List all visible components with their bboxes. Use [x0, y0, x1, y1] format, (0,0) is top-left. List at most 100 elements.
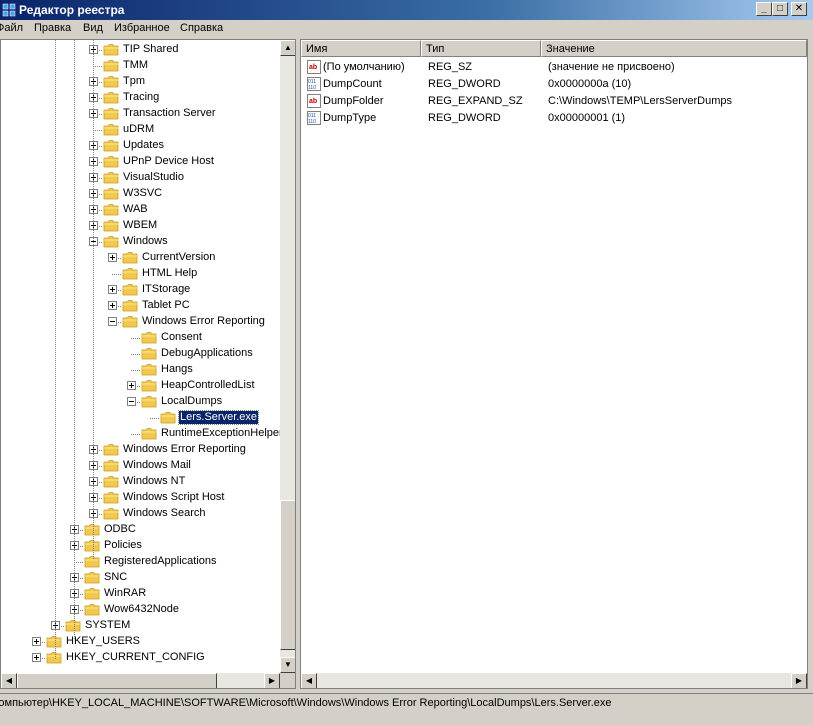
- expand-plus-icon[interactable]: [108, 253, 117, 262]
- tree-node[interactable]: SYSTEM: [1, 618, 281, 634]
- tree-node-label: Policies: [104, 539, 142, 551]
- values-horizontal-scrollbar[interactable]: ◀ ▶: [301, 673, 807, 688]
- tree-node[interactable]: RegisteredApplications: [1, 554, 281, 570]
- tree-node-label: Consent: [161, 331, 202, 343]
- tree-node[interactable]: SNC: [1, 570, 281, 586]
- tree-node[interactable]: ITStorage: [1, 282, 281, 298]
- tree-node[interactable]: WinRAR: [1, 586, 281, 602]
- tree-pane[interactable]: TIP Shared TMM Tpm Tracing Transaction Serve…: [0, 39, 296, 689]
- tree-node[interactable]: HKEY_USERS: [1, 634, 281, 650]
- tree-node[interactable]: DebugApplications: [1, 346, 281, 362]
- tree-node[interactable]: WAB: [1, 202, 281, 218]
- tree-node[interactable]: Windows NT: [1, 474, 281, 490]
- minimize-button[interactable]: _: [756, 2, 772, 16]
- tree-node[interactable]: Windows Script Host: [1, 490, 281, 506]
- collapse-minus-icon[interactable]: [127, 397, 136, 406]
- tree-node[interactable]: Windows Error Reporting: [1, 442, 281, 458]
- scroll-thumb[interactable]: [280, 500, 295, 650]
- scroll-right-arrow-icon[interactable]: ▶: [791, 673, 807, 688]
- tree-node[interactable]: W3SVC: [1, 186, 281, 202]
- tree-node[interactable]: HKEY_CURRENT_CONFIG: [1, 650, 281, 666]
- tree-node[interactable]: Lers.Server.exe: [1, 410, 281, 426]
- folder-icon: [46, 651, 62, 664]
- tree-node[interactable]: Windows Search: [1, 506, 281, 522]
- tree-node[interactable]: Policies: [1, 538, 281, 554]
- tree-node[interactable]: Tablet PC: [1, 298, 281, 314]
- table-row[interactable]: 011 110 DumpType REG_DWORD 0x00000001 (1): [301, 110, 807, 127]
- maximize-button[interactable]: □: [772, 2, 788, 16]
- tree-node[interactable]: uDRM: [1, 122, 281, 138]
- tree-guide-line: [150, 418, 160, 419]
- tree-node[interactable]: WBEM: [1, 218, 281, 234]
- menu-file[interactable]: Файл: [0, 22, 23, 34]
- tree-node[interactable]: Consent: [1, 330, 281, 346]
- tree-guide-line: [131, 338, 141, 339]
- folder-icon: [103, 123, 119, 136]
- tree-node[interactable]: Wow6432Node: [1, 602, 281, 618]
- tree-node[interactable]: VisualStudio: [1, 170, 281, 186]
- tree-node[interactable]: LocalDumps: [1, 394, 281, 410]
- column-header-type[interactable]: Тип: [421, 40, 541, 57]
- hscroll-thumb[interactable]: [17, 673, 217, 688]
- menu-edit[interactable]: Правка: [34, 22, 71, 34]
- folder-icon: [103, 75, 119, 88]
- tree-node[interactable]: RuntimeExceptionHelperModules: [1, 426, 295, 442]
- svg-text:110: 110: [308, 85, 316, 91]
- scroll-down-arrow-icon[interactable]: ▼: [280, 657, 295, 673]
- tree-node-label: Windows Search: [123, 507, 206, 519]
- tree-node[interactable]: Tpm: [1, 74, 281, 90]
- scroll-left-arrow-icon[interactable]: ◀: [1, 673, 17, 688]
- tree-node[interactable]: TMM: [1, 58, 281, 74]
- status-path: Компьютер\HKEY_LOCAL_MACHINE\SOFTWARE\Mi…: [0, 697, 612, 709]
- scroll-right-arrow-icon[interactable]: ▶: [264, 673, 280, 688]
- tree-vertical-scrollbar[interactable]: ▲ ▼: [280, 40, 295, 673]
- tree-horizontal-scrollbar[interactable]: ◀ ▶: [1, 673, 280, 688]
- tree-node[interactable]: Updates: [1, 138, 281, 154]
- tree-guide-line: [131, 434, 141, 435]
- collapse-minus-icon[interactable]: [108, 317, 117, 326]
- tree-node[interactable]: UPnP Device Host: [1, 154, 281, 170]
- folder-icon: [103, 491, 119, 504]
- expand-plus-icon[interactable]: [127, 381, 136, 390]
- folder-icon: [46, 635, 62, 648]
- tree-node[interactable]: Transaction Server: [1, 106, 281, 122]
- tree-node-label: Windows Script Host: [123, 491, 225, 503]
- expand-plus-icon[interactable]: [32, 653, 41, 662]
- scroll-up-arrow-icon[interactable]: ▲: [280, 40, 295, 56]
- column-header-value[interactable]: Значение: [541, 40, 807, 57]
- tree-node[interactable]: Windows: [1, 234, 281, 250]
- tree-node[interactable]: CurrentVersion: [1, 250, 281, 266]
- folder-icon: [103, 43, 119, 56]
- expand-plus-icon[interactable]: [108, 285, 117, 294]
- table-row[interactable]: ab DumpFolder REG_EXPAND_SZ C:\Windows\TEMP…: [301, 93, 807, 110]
- tree-node[interactable]: TIP Shared: [1, 42, 281, 58]
- tree-node[interactable]: Windows Error Reporting: [1, 314, 281, 330]
- menu-view[interactable]: Вид: [83, 22, 103, 34]
- value-name: DumpCount: [323, 78, 382, 90]
- folder-icon: [122, 299, 138, 312]
- window-bottom-edge: [0, 713, 813, 725]
- tree-node[interactable]: Windows Mail: [1, 458, 281, 474]
- menu-help[interactable]: Справка: [180, 22, 223, 34]
- table-row[interactable]: ab (По умолчанию) REG_SZ (значение не присв…: [301, 59, 807, 76]
- tree-node[interactable]: HTML Help: [1, 266, 281, 282]
- tree-node[interactable]: Hangs: [1, 362, 281, 378]
- menu-favorites[interactable]: Избранное: [114, 22, 170, 34]
- menu-bar: Файл Правка Вид Избранное Справка: [0, 20, 813, 38]
- folder-icon: [141, 379, 157, 392]
- table-row[interactable]: 011 110 DumpCount REG_DWORD 0x0000000a (10): [301, 76, 807, 93]
- tree-node-label: Updates: [123, 139, 164, 151]
- column-header-name[interactable]: Имя: [301, 40, 421, 57]
- expand-plus-icon[interactable]: [32, 637, 41, 646]
- scroll-left-arrow-icon[interactable]: ◀: [301, 673, 317, 688]
- close-button[interactable]: ✕: [791, 2, 807, 16]
- tree-node[interactable]: Tracing: [1, 90, 281, 106]
- folder-icon: [65, 619, 81, 632]
- tree-node[interactable]: ODBC: [1, 522, 281, 538]
- values-pane[interactable]: Имя Тип Значение ab (По умолчанию) REG_SZ (…: [300, 39, 808, 689]
- value-name: (По умолчанию): [323, 61, 405, 73]
- folder-icon: [141, 347, 157, 360]
- expand-plus-icon[interactable]: [108, 301, 117, 310]
- folder-icon: [84, 587, 100, 600]
- tree-node[interactable]: HeapControlledList: [1, 378, 281, 394]
